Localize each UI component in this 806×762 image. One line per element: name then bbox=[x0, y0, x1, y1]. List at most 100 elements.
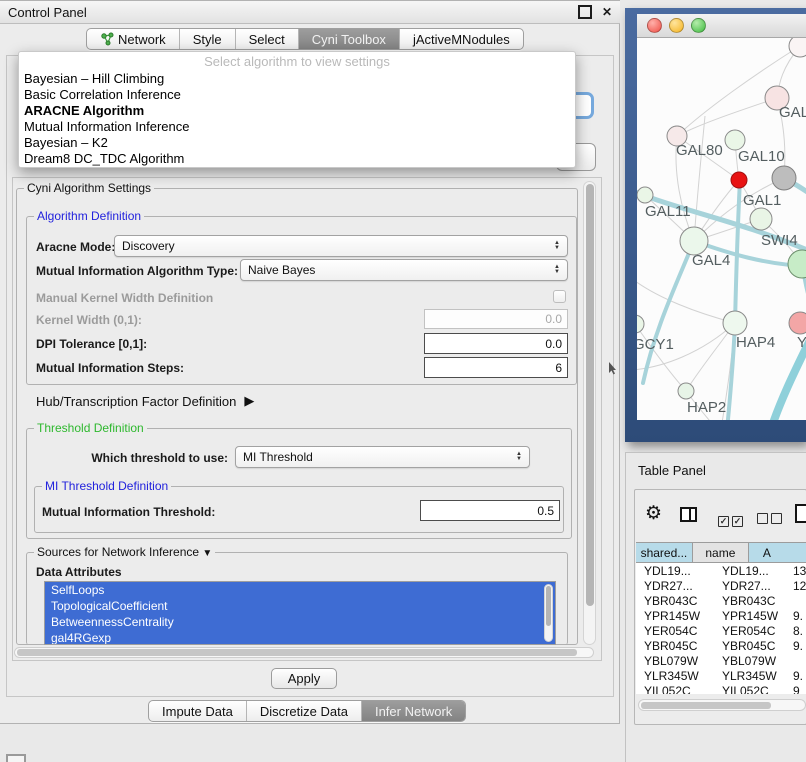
algorithm-option-highlighted[interactable]: ARACNE Algorithm bbox=[19, 103, 575, 119]
window-minimize-icon[interactable] bbox=[669, 18, 684, 33]
mi-steps-input[interactable]: 6 bbox=[424, 357, 568, 378]
table-row[interactable]: YBR045C YBR045C 9. bbox=[636, 638, 806, 653]
network-icon bbox=[100, 32, 114, 46]
node-gal1[interactable] bbox=[750, 208, 772, 230]
file-icon[interactable] bbox=[795, 504, 806, 523]
algorithm-dropdown-popup: Select algorithm to view settings Bayesi… bbox=[18, 51, 576, 168]
node-gal10[interactable] bbox=[725, 130, 745, 150]
node-label: HAP2 bbox=[687, 399, 726, 416]
tab-jactivemnodules[interactable]: jActiveMNodules bbox=[400, 29, 523, 49]
algorithm-option[interactable]: Bayesian – K2 bbox=[19, 135, 575, 151]
node-label: Y bbox=[797, 334, 806, 351]
node-gal11[interactable] bbox=[637, 187, 653, 203]
sources-legend[interactable]: Sources for Network Inference ▼ bbox=[34, 545, 215, 559]
list-scrollbar-thumb[interactable] bbox=[546, 586, 551, 626]
list-item[interactable]: BetweennessCentrality bbox=[45, 614, 555, 630]
hub-transcription-factor-label: Hub/Transcription Factor Definition bbox=[36, 394, 236, 409]
apply-button[interactable]: Apply bbox=[271, 668, 337, 689]
checked-boxes-icon[interactable]: ✓✓ bbox=[718, 511, 746, 529]
table-row[interactable]: YDL19... YDL19... 13 bbox=[636, 563, 806, 578]
mi-algorithm-type-combobox[interactable]: Naive Bayes ▲▼ bbox=[240, 259, 568, 281]
tab-style[interactable]: Style bbox=[180, 29, 236, 49]
dpi-tolerance-input[interactable]: 0.0 bbox=[424, 333, 568, 354]
network-canvas[interactable]: GAL GAL80 GAL10 GAL1 GAL11 GAL4 SWI4 GCY… bbox=[637, 38, 806, 420]
aracne-mode-combobox[interactable]: Discovery ▲▼ bbox=[114, 235, 568, 257]
list-item[interactable]: TopologicalCoefficient bbox=[45, 598, 555, 614]
node-gray[interactable] bbox=[772, 166, 796, 190]
manual-kernel-width-checkbox[interactable] bbox=[553, 290, 566, 303]
aracne-mode-value: Discovery bbox=[122, 239, 554, 253]
close-icon[interactable]: ✕ bbox=[602, 5, 612, 19]
list-item[interactable]: SelfLoops bbox=[45, 582, 555, 598]
mutual-information-threshold-input[interactable]: 0.5 bbox=[420, 500, 560, 521]
column-header-name[interactable]: name bbox=[693, 542, 749, 563]
collapsed-arrow-icon: ▶ bbox=[244, 393, 254, 409]
tab-select[interactable]: Select bbox=[236, 29, 299, 49]
expanded-arrow-icon: ▼ bbox=[202, 548, 212, 559]
settings-vertical-scrollbar-thumb[interactable] bbox=[586, 184, 594, 606]
kernel-width-input[interactable]: 0.0 bbox=[424, 309, 568, 329]
tab-discretize-data[interactable]: Discretize Data bbox=[247, 701, 362, 721]
stepper-icon: ▲▼ bbox=[516, 452, 522, 462]
tab-network-label: Network bbox=[118, 32, 166, 47]
table-horizontal-scrollbar-thumb[interactable] bbox=[641, 702, 771, 709]
stepper-icon: ▲▼ bbox=[554, 265, 560, 275]
node-swi4[interactable] bbox=[788, 250, 806, 278]
cyni-algorithm-settings-legend: Cyni Algorithm Settings bbox=[24, 181, 154, 195]
node-hap4[interactable] bbox=[723, 311, 747, 335]
table-row[interactable]: YLR345W YLR345W 9. bbox=[636, 668, 806, 683]
algorithm-definition-legend: Algorithm Definition bbox=[34, 209, 144, 223]
tab-infer-network[interactable]: Infer Network bbox=[362, 701, 465, 721]
table-body[interactable]: YDL19... YDL19... 13 YDR27... YDR27... 1… bbox=[636, 563, 806, 694]
float-panel-icon[interactable] bbox=[578, 5, 592, 19]
settings-vertical-scrollbar[interactable] bbox=[583, 181, 596, 645]
tab-cyni-toolbox[interactable]: Cyni Toolbox bbox=[299, 29, 400, 49]
node-salmon[interactable] bbox=[789, 312, 806, 334]
mi-steps-label: Mutual Information Steps: bbox=[36, 361, 184, 375]
node-red-selected[interactable] bbox=[731, 172, 747, 188]
algorithm-option[interactable]: Bayesian – Hill Climbing bbox=[19, 71, 575, 87]
node-gcy1[interactable] bbox=[637, 315, 644, 333]
node-unlabeled-top[interactable] bbox=[789, 38, 806, 57]
columns-icon[interactable] bbox=[680, 507, 697, 522]
desktop: Control Panel ✕ Network Style Select Cyn bbox=[0, 0, 806, 762]
table-row[interactable]: YPR145W YPR145W 9. bbox=[636, 608, 806, 623]
tab-network[interactable]: Network bbox=[87, 29, 180, 49]
window-close-icon[interactable] bbox=[647, 18, 662, 33]
settings-horizontal-scrollbar[interactable] bbox=[14, 647, 594, 658]
which-threshold-combobox[interactable]: MI Threshold ▲▼ bbox=[235, 446, 530, 468]
table-row[interactable]: YBR043C YBR043C bbox=[636, 593, 806, 608]
data-attributes-list[interactable]: SelfLoops TopologicalCoefficient Between… bbox=[44, 581, 556, 645]
node-label: GAL bbox=[779, 104, 806, 121]
window-zoom-icon[interactable] bbox=[691, 18, 706, 33]
table-row[interactable]: YBL079W YBL079W bbox=[636, 653, 806, 668]
network-graph[interactable]: GAL GAL80 GAL10 GAL1 GAL11 GAL4 SWI4 GCY… bbox=[637, 38, 806, 420]
list-item[interactable]: gal4RGexp bbox=[45, 630, 555, 645]
algorithm-option[interactable]: Mutual Information Inference bbox=[19, 119, 575, 135]
column-header-a[interactable]: A bbox=[749, 542, 806, 563]
collapsed-panel-button[interactable] bbox=[6, 754, 26, 762]
table-row[interactable]: YDR27... YDR27... 12 bbox=[636, 578, 806, 593]
control-panel-window: Control Panel ✕ Network Style Select Cyn bbox=[0, 0, 620, 724]
column-header-shared-name[interactable]: shared... bbox=[636, 542, 693, 563]
table-row[interactable]: YIL052C YIL052C 9 bbox=[636, 683, 806, 694]
network-window-titlebar[interactable] bbox=[637, 14, 806, 38]
table-row[interactable]: YER054C YER054C 8. bbox=[636, 623, 806, 638]
node-label: GAL4 bbox=[692, 252, 730, 269]
table-header: shared... name A bbox=[636, 542, 806, 563]
list-scrollbar[interactable] bbox=[544, 584, 553, 642]
node-label: GCY1 bbox=[637, 336, 674, 353]
settings-horizontal-scrollbar-thumb[interactable] bbox=[17, 649, 577, 656]
algorithm-option[interactable]: Basic Correlation Inference bbox=[19, 87, 575, 103]
node-gal4[interactable] bbox=[680, 227, 708, 255]
mi-algorithm-type-value: Naive Bayes bbox=[248, 263, 554, 277]
tab-impute-data[interactable]: Impute Data bbox=[149, 701, 247, 721]
table-horizontal-scrollbar[interactable] bbox=[638, 699, 806, 711]
algorithm-option[interactable]: Dream8 DC_TDC Algorithm bbox=[19, 151, 575, 167]
control-panel-titlebar[interactable]: Control Panel ✕ bbox=[0, 1, 620, 24]
node-hap2[interactable] bbox=[678, 383, 694, 399]
gear-icon[interactable]: ⚙ bbox=[645, 504, 662, 523]
hub-transcription-factor-section[interactable]: Hub/Transcription Factor Definition ▶ bbox=[36, 393, 254, 409]
unchecked-boxes-icon[interactable] bbox=[757, 511, 785, 529]
table-panel-title: Table Panel bbox=[638, 463, 706, 478]
